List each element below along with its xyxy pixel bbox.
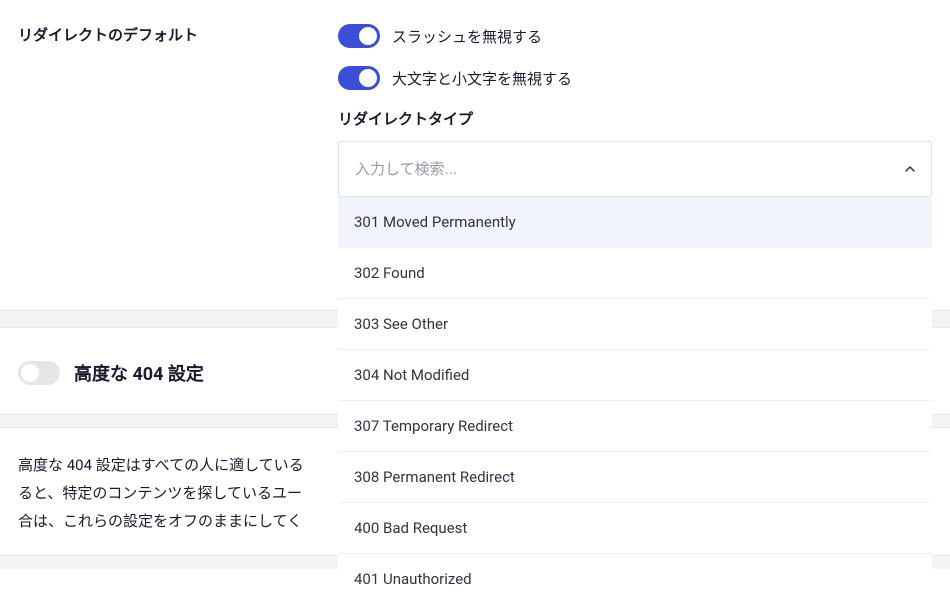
redirect-type-option[interactable]: 301 Moved Permanently <box>338 197 932 248</box>
advanced-404-body-line2: ると、特定のコンテンツを探しているユー <box>18 480 302 508</box>
redirect-type-label: リダイレクトタイプ <box>338 108 932 129</box>
redirect-type-search-input[interactable] <box>355 161 905 178</box>
advanced-404-body-line3: 合は、これらの設定をオフのままにしてく <box>18 512 302 530</box>
redirect-type-dropdown[interactable]: 301 Moved Permanently 302 Found 303 See … <box>338 141 932 197</box>
redirect-type-option[interactable]: 308 Permanent Redirect <box>338 452 932 503</box>
redirect-defaults-label: リダイレクトのデフォルト <box>18 24 338 45</box>
redirect-type-option[interactable]: 400 Bad Request <box>338 503 932 554</box>
advanced-404-toggle[interactable] <box>18 361 60 385</box>
ignore-slash-toggle[interactable] <box>338 24 380 48</box>
redirect-type-option[interactable]: 304 Not Modified <box>338 350 932 401</box>
chevron-up-icon <box>905 164 915 174</box>
toggle-knob <box>21 364 39 382</box>
toggle-knob <box>359 69 377 87</box>
advanced-404-body-line1: 高度な 404 設定はすべての人に適している <box>18 452 304 480</box>
ignore-case-label: 大文字と小文字を無視する <box>392 68 572 89</box>
redirect-type-option[interactable]: 302 Found <box>338 248 932 299</box>
advanced-404-title: 高度な 404 設定 <box>74 360 204 386</box>
redirect-type-option[interactable]: 303 See Other <box>338 299 932 350</box>
redirect-type-options: 301 Moved Permanently 302 Found 303 See … <box>338 197 932 604</box>
toggle-knob <box>359 27 377 45</box>
redirect-type-option[interactable]: 401 Unauthorized <box>338 554 932 604</box>
redirect-type-option[interactable]: 307 Temporary Redirect <box>338 401 932 452</box>
ignore-slash-label: スラッシュを無視する <box>392 26 542 47</box>
ignore-case-toggle[interactable] <box>338 66 380 90</box>
